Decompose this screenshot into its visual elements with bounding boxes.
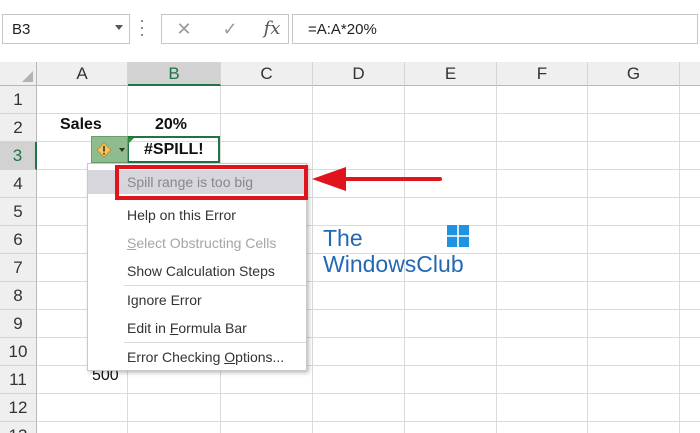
menu-separator bbox=[124, 342, 306, 343]
drag-handle-icon[interactable] bbox=[140, 20, 144, 38]
name-box[interactable]: B3 bbox=[2, 14, 130, 44]
gridline bbox=[37, 113, 700, 114]
row-header-3[interactable]: 3 bbox=[0, 142, 37, 170]
menu-item-edit-in-formula-bar[interactable]: Edit in Formula Bar bbox=[88, 316, 306, 340]
watermark-logo: The WindowsClub bbox=[323, 225, 483, 281]
menu-item-ignore-error[interactable]: Ignore Error bbox=[88, 288, 306, 312]
column-header-f[interactable]: F bbox=[497, 62, 588, 86]
menu-item-mnemonic: O bbox=[224, 349, 236, 365]
formula-value: =A:A*20% bbox=[308, 21, 377, 38]
column-header-partial[interactable] bbox=[680, 62, 700, 86]
cell-b2[interactable]: 20% bbox=[155, 116, 187, 134]
row-header-8[interactable]: 8 bbox=[0, 282, 37, 310]
watermark-line1: The bbox=[323, 225, 363, 251]
column-header-g[interactable]: G bbox=[588, 62, 680, 86]
chevron-down-icon bbox=[119, 148, 125, 152]
menu-item-label: ptions... bbox=[235, 349, 285, 365]
row-header-12[interactable]: 12 bbox=[0, 394, 37, 422]
annotation-highlight-box bbox=[115, 165, 308, 200]
cell-a2[interactable]: Sales bbox=[60, 116, 102, 134]
column-header-b[interactable]: B bbox=[128, 62, 221, 86]
row-header-9[interactable]: 9 bbox=[0, 310, 37, 338]
name-box-value: B3 bbox=[12, 21, 31, 38]
menu-item-show-calculation-steps[interactable]: Show Calculation Steps bbox=[88, 259, 306, 283]
menu-item-label: elect Obstructing Cells bbox=[136, 235, 277, 251]
row-header-6[interactable]: 6 bbox=[0, 226, 37, 254]
menu-item-mnemonic: S bbox=[127, 235, 137, 251]
row-header-4[interactable]: 4 bbox=[0, 170, 37, 198]
enter-icon[interactable]: ✓ bbox=[216, 18, 244, 40]
row-header-5[interactable]: 5 bbox=[0, 198, 37, 226]
menu-item-label: Error Checking bbox=[127, 349, 225, 365]
formula-input[interactable]: =A:A*20% bbox=[292, 14, 698, 44]
watermark-line2: WindowsClub bbox=[323, 251, 464, 277]
cell-b3-value: #SPILL! bbox=[144, 141, 204, 158]
row-header-11[interactable]: 11 bbox=[0, 366, 37, 394]
row-header-2[interactable]: 2 bbox=[0, 114, 37, 142]
menu-item-error-checking-options[interactable]: Error Checking Options... bbox=[88, 345, 306, 369]
gridline bbox=[496, 86, 497, 433]
menu-item-label: ormula Bar bbox=[178, 320, 247, 336]
menu-item-help-on-error[interactable]: Help on this Error bbox=[88, 203, 306, 227]
menu-item-select-obstructing-cells: Select Obstructing Cells bbox=[88, 231, 306, 255]
active-cell-b3[interactable]: #SPILL! bbox=[127, 136, 220, 163]
cancel-icon[interactable]: ✕ bbox=[170, 18, 198, 40]
menu-separator bbox=[124, 285, 306, 286]
column-header-a[interactable]: A bbox=[37, 62, 128, 86]
annotation-arrow-icon bbox=[312, 167, 442, 191]
warning-icon bbox=[96, 142, 112, 158]
column-header-d[interactable]: D bbox=[313, 62, 405, 86]
row-header-10[interactable]: 10 bbox=[0, 338, 37, 366]
gridline bbox=[587, 86, 588, 433]
column-header-c[interactable]: C bbox=[221, 62, 313, 86]
column-header-e[interactable]: E bbox=[405, 62, 497, 86]
gridline bbox=[312, 86, 313, 433]
gridline bbox=[37, 421, 700, 422]
error-options-button[interactable] bbox=[91, 136, 128, 163]
select-all-button[interactable] bbox=[0, 62, 37, 86]
windows-logo-icon bbox=[447, 225, 469, 247]
gridline bbox=[679, 86, 680, 433]
row-header-1[interactable]: 1 bbox=[0, 86, 37, 114]
formula-buttons: ✕ ✓ fx bbox=[161, 14, 289, 44]
menu-item-label: Edit in bbox=[127, 320, 170, 336]
formula-bar-area: B3 ✕ ✓ fx =A:A*20% bbox=[0, 0, 700, 63]
select-all-icon bbox=[22, 71, 33, 82]
row-header-7[interactable]: 7 bbox=[0, 254, 37, 282]
row-header-13[interactable]: 13 bbox=[0, 422, 37, 433]
gridline bbox=[37, 393, 700, 394]
error-indicator-icon bbox=[128, 138, 134, 144]
insert-function-icon[interactable]: fx bbox=[258, 18, 286, 40]
name-box-dropdown-icon[interactable] bbox=[115, 25, 123, 30]
